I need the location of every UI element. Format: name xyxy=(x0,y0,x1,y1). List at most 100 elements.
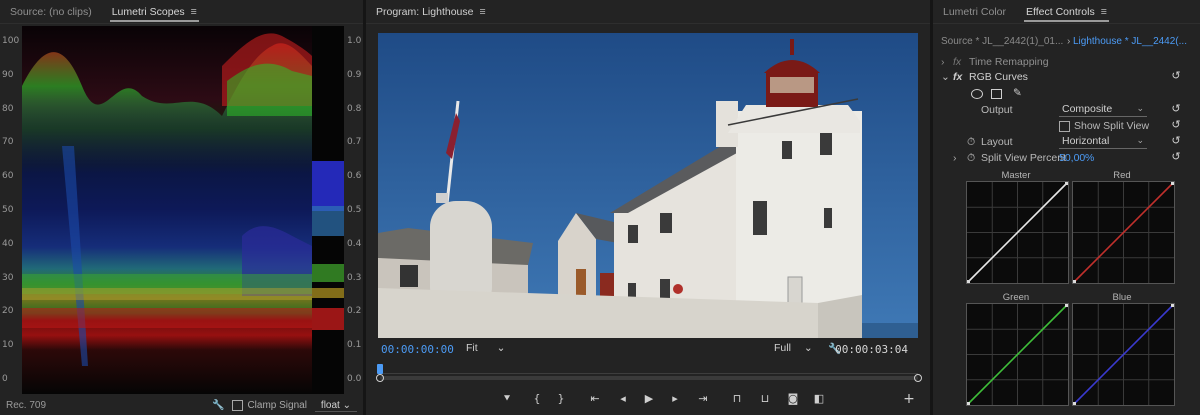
scope-axis-tick-left: 40 xyxy=(2,238,14,249)
comparison-view-icon[interactable]: ◧ xyxy=(810,390,828,408)
button-editor-plus-icon[interactable]: + xyxy=(900,390,918,408)
fx-toggle-icon[interactable]: fx xyxy=(953,71,962,83)
fx-icon: fx xyxy=(953,56,962,68)
waveform-display xyxy=(22,26,344,394)
export-frame-icon[interactable]: ◙ xyxy=(784,390,802,408)
go-to-in-icon[interactable]: ⇤ xyxy=(586,390,604,408)
reset-icon[interactable]: ↺ xyxy=(1170,151,1182,163)
add-marker-icon[interactable]: ⯆ xyxy=(498,390,516,408)
program-video-frame[interactable] xyxy=(378,33,918,338)
scope-axis-tick-right: 0.8 xyxy=(347,103,362,114)
curve-editor-blue[interactable] xyxy=(1072,303,1175,406)
layout-label: Layout xyxy=(981,136,1013,148)
output-dropdown[interactable]: Composite ⌄ xyxy=(1059,103,1147,117)
current-timecode[interactable]: 00:00:00:00 xyxy=(381,343,454,356)
pen-mask-icon[interactable]: ✎ xyxy=(1013,87,1022,99)
effect-controls-panel: Lumetri Color Effect Controls ≡ Source * … xyxy=(933,0,1200,415)
time-remapping-row[interactable]: › fx Time Remapping xyxy=(933,55,1200,71)
source-clip-label[interactable]: Source * JL__2442(1)_01... xyxy=(941,36,1063,47)
output-row: Output Composite ⌄ ↺ xyxy=(933,103,1200,119)
tab-program[interactable]: Program: Lighthouse ≡ xyxy=(366,0,496,24)
curve-control-point xyxy=(1171,182,1174,185)
fit-dropdown[interactable]: Fit ⌄ xyxy=(466,342,505,354)
show-split-view-toggle[interactable]: Show Split View xyxy=(1059,120,1149,132)
tab-source[interactable]: Source: (no clips) xyxy=(0,0,102,24)
collapse-icon[interactable]: ⌄ xyxy=(941,71,950,83)
curve-control-point xyxy=(1065,304,1068,307)
scope-axis-tick-right: 0.4 xyxy=(347,238,362,249)
curve-editor-green[interactable] xyxy=(966,303,1069,406)
expand-icon[interactable]: › xyxy=(941,56,945,68)
scopes-footer: Rec. 709 🔧 Clamp Signal float ⌄ xyxy=(0,396,363,415)
scrub-track[interactable] xyxy=(380,376,918,380)
curve-control-point xyxy=(1171,304,1174,307)
panel-menu-icon[interactable]: ≡ xyxy=(1101,6,1107,18)
expand-icon[interactable]: › xyxy=(953,152,957,164)
scope-axis-tick-right: 0.2 xyxy=(347,306,362,317)
wrench-icon[interactable]: 🔧 xyxy=(212,400,224,411)
curve-label-master: Master xyxy=(1001,170,1031,181)
reset-icon[interactable]: ↺ xyxy=(1170,70,1182,82)
scope-axis-tick-right: 0.7 xyxy=(347,137,362,148)
mark-out-icon[interactable]: } xyxy=(552,390,570,408)
go-to-out-icon[interactable]: ⇥ xyxy=(694,390,712,408)
step-forward-icon[interactable]: ▸ xyxy=(666,390,684,408)
scope-axis-tick-left: 90 xyxy=(2,69,14,80)
program-timecode-row: 00:00:00:00 Fit ⌄ Full ⌄ 🔧 00:00:03:04 xyxy=(366,340,930,358)
output-label: Output xyxy=(981,104,1013,116)
tab-lumetri-scopes[interactable]: Lumetri Scopes ≡ xyxy=(102,0,207,24)
mark-in-icon[interactable]: { xyxy=(528,390,546,408)
quality-dropdown[interactable]: Full ⌄ xyxy=(774,342,813,354)
reset-icon[interactable]: ↺ xyxy=(1170,135,1182,147)
stopwatch-icon[interactable]: ⏱ xyxy=(967,152,975,165)
precision-dropdown[interactable]: float ⌄ xyxy=(314,399,357,412)
clamp-signal-checkbox[interactable] xyxy=(232,399,244,411)
tab-effect-controls[interactable]: Effect Controls ≡ xyxy=(1016,0,1117,24)
color-space-label: Rec. 709 xyxy=(6,400,47,411)
program-monitor-panel: Program: Lighthouse ≡ 00:00:00:00 Fit ⌄ … xyxy=(366,0,930,415)
step-back-icon[interactable]: ◂ xyxy=(614,390,632,408)
panel-menu-icon[interactable]: ≡ xyxy=(191,6,197,18)
lift-icon[interactable]: ⊓ xyxy=(728,390,746,408)
show-split-view-checkbox[interactable] xyxy=(1059,120,1070,132)
show-split-view-label: Show Split View xyxy=(1074,120,1150,132)
curve-grid xyxy=(967,182,1068,283)
program-tab-bar: Program: Lighthouse ≡ xyxy=(366,0,930,24)
rectangle-mask-icon[interactable] xyxy=(991,89,1002,99)
play-icon[interactable]: ▶ xyxy=(640,390,658,408)
reset-icon[interactable]: ↺ xyxy=(1170,119,1182,131)
lumetri-scopes-panel: Source: (no clips) Lumetri Scopes ≡ 100 90… xyxy=(0,0,363,415)
program-timeline-scrubber[interactable] xyxy=(376,364,922,384)
curve-editor-master[interactable] xyxy=(966,181,1069,284)
curve-control-point xyxy=(1073,280,1076,283)
effects-tab-bar: Lumetri Color Effect Controls ≡ xyxy=(933,0,1200,24)
curve-label-blue: Blue xyxy=(1112,292,1132,303)
clip-header: Source * JL__2442(1)_01... › Lighthouse … xyxy=(933,36,1200,50)
playhead-handle[interactable] xyxy=(377,364,383,374)
sequence-clip-link[interactable]: Lighthouse * JL__2442(... xyxy=(1073,36,1187,47)
out-point-handle[interactable] xyxy=(914,374,922,382)
reset-icon[interactable]: ↺ xyxy=(1170,103,1182,115)
rgb-curves-row[interactable]: ⌄ fx RGB Curves ↺ xyxy=(933,70,1200,86)
tab-lumetri-color[interactable]: Lumetri Color xyxy=(933,0,1016,24)
transport-controls: ⯆ { } ⇤ ◂ ▶ ▸ ⇥ ⊓ ⊔ ◙ ◧ + xyxy=(366,388,930,410)
panel-menu-icon[interactable]: ≡ xyxy=(479,6,485,18)
split-percent-value[interactable]: 50,00 xyxy=(1059,152,1085,164)
ellipse-mask-icon[interactable] xyxy=(971,89,983,99)
scope-axis-tick-right: 0.3 xyxy=(347,272,362,283)
split-percent-row: › ⏱ Split View Percent 50,00 % ↺ xyxy=(933,151,1200,167)
extract-icon[interactable]: ⊔ xyxy=(756,390,774,408)
clamp-signal-toggle[interactable]: Clamp Signal xyxy=(232,399,307,411)
chevron-down-icon: ⌄ xyxy=(342,399,351,411)
curve-label-green: Green xyxy=(1002,292,1030,303)
curve-control-point xyxy=(967,402,970,405)
layout-dropdown[interactable]: Horizontal ⌄ xyxy=(1059,135,1147,149)
quality-value: Full xyxy=(774,342,791,354)
in-point-handle[interactable] xyxy=(376,374,384,382)
curve-editor-red[interactable] xyxy=(1072,181,1175,284)
stopwatch-icon[interactable]: ⏱ xyxy=(967,136,975,149)
split-percent-label: Split View Percent xyxy=(981,152,1067,164)
curve-grid xyxy=(1073,304,1174,405)
scope-axis-tick-right: 0.9 xyxy=(347,69,362,80)
mask-tools-row: ✎ xyxy=(933,86,1200,102)
